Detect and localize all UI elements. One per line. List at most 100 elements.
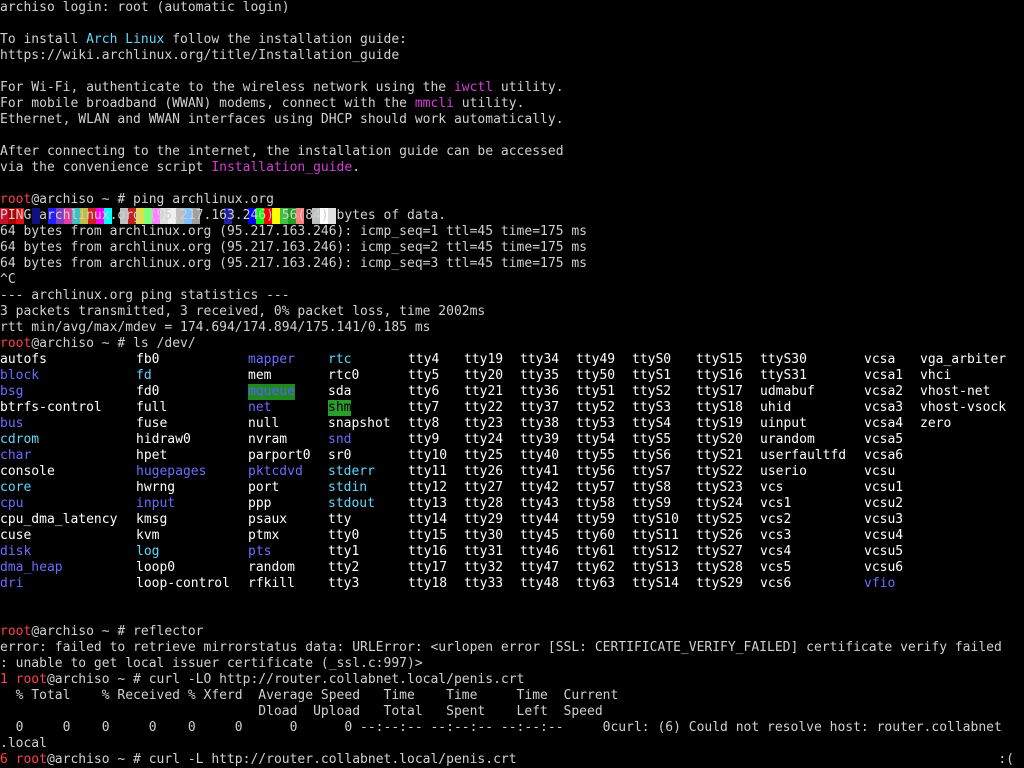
dev-entry: tty53 xyxy=(576,416,616,431)
terminal-line: 3 packets transmitted, 3 received, 0% pa… xyxy=(0,304,485,320)
dev-entry: tty43 xyxy=(520,496,560,511)
terminal-screen[interactable]: :( archiso login: root (automatic login)… xyxy=(0,0,1024,768)
dev-entry: kvm xyxy=(136,528,160,543)
dev-entry: kmsg xyxy=(136,512,168,527)
dev-entry: ttyS24 xyxy=(696,496,743,511)
terminal-text: : unable to get local issuer certificate… xyxy=(0,656,423,671)
dev-entry: tty32 xyxy=(464,560,504,575)
dev-entry: btrfs-control xyxy=(0,400,102,415)
dev-entry: hpet xyxy=(136,448,168,463)
dev-entry: tty24 xyxy=(464,432,504,447)
dev-entry: block xyxy=(0,368,40,383)
dev-entry: tty20 xyxy=(464,368,504,383)
terminal-text: Arch Linux xyxy=(86,32,165,47)
terminal-text: ^C xyxy=(0,272,16,287)
dev-entry: tty13 xyxy=(408,496,448,511)
dev-entry: vhost-net xyxy=(920,384,991,399)
terminal-text: . xyxy=(352,160,361,175)
terminal-line: To install Arch Linux follow the install… xyxy=(0,32,407,48)
dev-entry: tty45 xyxy=(520,528,560,543)
dev-entry: vcsu3 xyxy=(864,512,904,527)
terminal-line: Dload Upload Total Spent Left Speed xyxy=(0,704,602,720)
terminal-text: @archiso ~ # curl -LO http://router.coll… xyxy=(46,672,525,687)
dev-entry: tty31 xyxy=(464,544,504,559)
terminal-line: error: failed to retrieve mirrorstatus d… xyxy=(0,640,1002,656)
dev-entry: ttyS22 xyxy=(696,464,743,479)
terminal-text: After connecting to the internet, the in… xyxy=(0,144,564,159)
terminal-text: @archiso ~ # reflector xyxy=(31,624,204,639)
dev-entry: fb0 xyxy=(136,352,160,367)
dev-entry: tty29 xyxy=(464,512,504,527)
dev-entry: rtc xyxy=(328,352,352,367)
dev-entry: ttyS12 xyxy=(632,544,679,559)
dev-entry: rfkill xyxy=(248,576,295,591)
dev-entry: autofs xyxy=(0,352,47,367)
dev-entry: snd xyxy=(328,432,352,447)
dev-entry: udmabuf xyxy=(760,384,815,399)
dev-entry: bus xyxy=(0,416,24,431)
terminal-text: iwctl xyxy=(453,80,494,95)
dev-entry: vcs5 xyxy=(760,560,792,575)
dev-entry: vcsu5 xyxy=(864,544,904,559)
dev-entry: net xyxy=(248,400,272,415)
prompt-user: root xyxy=(15,752,47,767)
dev-entry: ttyS23 xyxy=(696,480,743,495)
dev-entry: tty xyxy=(328,512,352,527)
dev-entry: ttyS10 xyxy=(632,512,679,527)
dev-entry: tty16 xyxy=(408,544,448,559)
terminal-text: utility. xyxy=(453,96,525,111)
dev-entry: tty21 xyxy=(464,384,504,399)
dev-entry: tty54 xyxy=(576,432,616,447)
dev-entry: ttyS21 xyxy=(696,448,743,463)
dev-entry: bsg xyxy=(0,384,24,399)
terminal-text: For mobile broadband (WWAN) modems, conn… xyxy=(0,96,415,111)
dev-entry: log xyxy=(136,544,160,559)
dev-entry: dri xyxy=(0,576,24,591)
dev-entry: vcsa3 xyxy=(864,400,904,415)
terminal-text: via the convenience script xyxy=(0,160,212,175)
dev-entry: tty41 xyxy=(520,464,560,479)
prompt-user: 6 xyxy=(0,752,16,767)
dev-entry: stdout xyxy=(328,496,375,511)
dev-entry: vcs3 xyxy=(760,528,792,543)
dev-entry: nvram xyxy=(248,432,288,447)
terminal-text: For Wi-Fi, authenticate to the wireless … xyxy=(0,80,454,95)
dev-entry: char xyxy=(0,448,32,463)
dev-entry: ttyS28 xyxy=(696,560,743,575)
dev-entry: tty28 xyxy=(464,496,504,511)
terminal-line: ^C xyxy=(0,272,16,288)
terminal-text: @archiso ~ # curl -L http://router.colla… xyxy=(46,752,517,767)
dev-entry: input xyxy=(136,496,176,511)
dev-entry: tty34 xyxy=(520,352,560,367)
dev-entry: ttyS29 xyxy=(696,576,743,591)
dev-entry: ttyS7 xyxy=(632,464,672,479)
dev-entry: tty38 xyxy=(520,416,560,431)
terminal-text: 0 0 0 0 0 0 0 0 --:--:-- --:--:-- --:--:… xyxy=(0,720,1002,735)
dev-entry: ttyS13 xyxy=(632,560,679,575)
dev-entry: tty46 xyxy=(520,544,560,559)
dev-entry: ttyS25 xyxy=(696,512,743,527)
dev-entry: tty18 xyxy=(408,576,448,591)
terminal-line: Ethernet, WLAN and WWAN interfaces using… xyxy=(0,112,564,128)
dev-entry: disk xyxy=(0,544,32,559)
dev-entry: ttyS14 xyxy=(632,576,679,591)
dev-entry: vcsa6 xyxy=(864,448,904,463)
dev-entry: console xyxy=(0,464,55,479)
terminal-line: : unable to get local issuer certificate… xyxy=(0,656,423,672)
terminal-line: For Wi-Fi, authenticate to the wireless … xyxy=(0,80,564,96)
dev-entry: ttyS0 xyxy=(632,352,672,367)
terminal-line: root@archiso ~ # reflector xyxy=(0,624,204,640)
dev-entry: fuse xyxy=(136,416,168,431)
terminal-text: % Total % Received % Xferd Average Speed… xyxy=(0,688,619,703)
dev-entry: tty59 xyxy=(576,512,616,527)
dev-entry: tty33 xyxy=(464,576,504,591)
dev-entry: tty17 xyxy=(408,560,448,575)
terminal-line: rtt min/avg/max/mdev = 174.694/174.894/1… xyxy=(0,320,430,336)
dev-entry: ttyS2 xyxy=(632,384,672,399)
dev-entry: pktcdvd xyxy=(248,464,303,479)
terminal-line: 64 bytes from archlinux.org (95.217.163.… xyxy=(0,224,587,240)
dev-entry: vcs2 xyxy=(760,512,792,527)
dev-entry: fd0 xyxy=(136,384,160,399)
terminal-line: via the convenience script Installation_… xyxy=(0,160,360,176)
dev-entry: ptmx xyxy=(248,528,280,543)
